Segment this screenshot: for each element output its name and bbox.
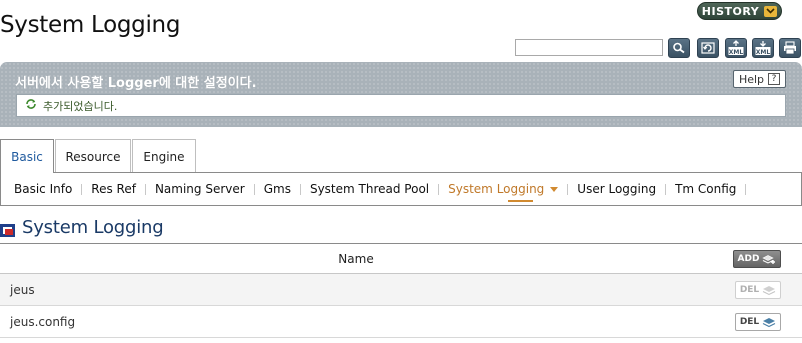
- add-label: ADD: [737, 254, 760, 264]
- subnav-tm-config[interactable]: Tm Config: [675, 182, 736, 196]
- tab-label: Engine: [143, 149, 185, 164]
- delete-button[interactable]: DEL: [735, 281, 781, 299]
- section-flag-icon: [0, 221, 15, 237]
- history-button[interactable]: HISTORY: [697, 2, 782, 20]
- delete-label: DEL: [739, 285, 760, 295]
- subnav-divider: [253, 183, 255, 195]
- tab-resource[interactable]: Resource: [55, 139, 131, 173]
- logger-table: Name ADD jeus DEL jeus.config DEL: [0, 243, 802, 338]
- subnav-user-logging[interactable]: User Logging: [577, 182, 656, 196]
- status-message-text: 추가되었습니다.: [43, 99, 118, 113]
- page-title: System Logging: [0, 12, 181, 38]
- row-name: jeus.config: [10, 314, 76, 329]
- table-row[interactable]: jeus DEL: [0, 274, 802, 306]
- section-header: System Logging: [0, 217, 164, 238]
- subnav-naming-server[interactable]: Naming Server: [155, 182, 245, 196]
- subnav-divider: [299, 183, 301, 195]
- print-icon[interactable]: [779, 38, 801, 58]
- help-icon: ?: [768, 73, 781, 85]
- info-banner: 서버에서 사용할 Logger에 대한 설정이다. Help ? 추가되었습니다…: [0, 62, 802, 127]
- tab-basic[interactable]: Basic: [0, 139, 54, 173]
- subnav-divider: [438, 183, 440, 195]
- subnav-gms[interactable]: Gms: [264, 182, 291, 196]
- import-xml-icon[interactable]: XML: [752, 38, 774, 58]
- table-row[interactable]: jeus.config DEL: [0, 306, 802, 338]
- help-label: Help: [738, 72, 765, 86]
- caret-down-icon: [550, 186, 559, 192]
- tab-engine[interactable]: Engine: [132, 139, 196, 173]
- search-icon[interactable]: [668, 38, 690, 58]
- subnav-divider: [81, 183, 83, 195]
- subnav: Basic Info Res Ref Naming Server Gms Sys…: [0, 172, 802, 206]
- subnav-divider: [144, 183, 146, 195]
- refresh-icon[interactable]: [697, 38, 719, 58]
- history-label: HISTORY: [701, 4, 760, 18]
- subnav-basic-info[interactable]: Basic Info: [14, 182, 72, 196]
- tab-label: Basic: [11, 149, 43, 164]
- subnav-divider: [745, 183, 747, 195]
- section-title: System Logging: [22, 217, 164, 238]
- add-stack-icon: [762, 254, 776, 265]
- delete-stack-icon: [762, 317, 776, 328]
- tab-bar: Basic Resource Engine: [0, 139, 197, 173]
- delete-stack-icon: [762, 285, 776, 296]
- row-name: jeus: [10, 282, 35, 297]
- add-button[interactable]: ADD: [733, 250, 781, 268]
- tab-label: Resource: [65, 149, 121, 164]
- export-xml-icon[interactable]: XML: [725, 38, 747, 58]
- svg-text:XML: XML: [756, 49, 771, 56]
- active-subnav-indicator: [508, 200, 533, 202]
- delete-button[interactable]: DEL: [735, 313, 781, 331]
- table-header: Name ADD: [0, 244, 802, 274]
- column-header-name: Name: [338, 251, 374, 266]
- refresh-success-icon: [25, 98, 37, 113]
- help-button[interactable]: Help ?: [733, 70, 786, 88]
- chevron-down-icon: [764, 5, 778, 17]
- subnav-res-ref[interactable]: Res Ref: [91, 182, 136, 196]
- delete-label: DEL: [739, 317, 760, 327]
- subnav-system-thread-pool[interactable]: System Thread Pool: [310, 182, 429, 196]
- subnav-divider: [665, 183, 667, 195]
- svg-text:XML: XML: [729, 49, 744, 56]
- status-message: 추가되었습니다.: [16, 94, 786, 117]
- search-input[interactable]: [515, 39, 663, 56]
- page-description: 서버에서 사용할 Logger에 대한 설정이다.: [15, 76, 257, 91]
- subnav-system-logging[interactable]: System Logging: [448, 182, 559, 196]
- subnav-divider: [567, 183, 569, 195]
